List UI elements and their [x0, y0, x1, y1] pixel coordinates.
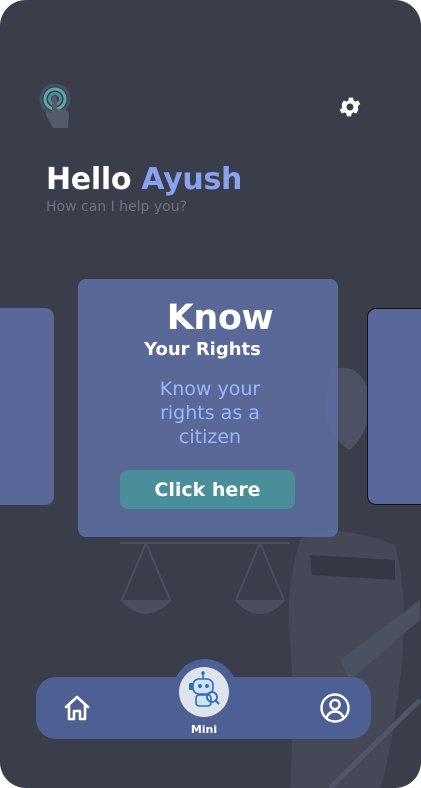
card-description-line: citizen [178, 426, 242, 448]
card-description: Know your rights as a citizen [140, 377, 280, 449]
robot-assistant-icon [189, 671, 220, 707]
card-title: Know [166, 298, 274, 338]
greeting-hello: Hello [46, 162, 132, 197]
greeting-user-name: Ayush [141, 162, 243, 197]
mini-label: Mini [190, 723, 218, 736]
card-description-line: rights as a [160, 402, 260, 424]
carousel-card-next[interactable] [367, 308, 421, 505]
greeting-subtitle: How can I help you? [46, 199, 188, 215]
user-circle-icon[interactable] [319, 692, 351, 724]
card-description-line: Know your [159, 378, 261, 400]
app-screen: Hello Ayush How can I help you? Know You… [0, 0, 421, 788]
card-subtitle: Your Rights [144, 339, 261, 360]
mini-assistant-button[interactable] [179, 667, 229, 717]
home-icon[interactable] [63, 694, 91, 722]
gear-icon[interactable] [337, 94, 363, 120]
touch-fingerprint-icon [39, 84, 71, 128]
click-here-button[interactable]: Click here [120, 470, 295, 509]
greeting-heading: Hello Ayush [46, 162, 242, 197]
carousel-card-previous[interactable] [0, 308, 54, 505]
